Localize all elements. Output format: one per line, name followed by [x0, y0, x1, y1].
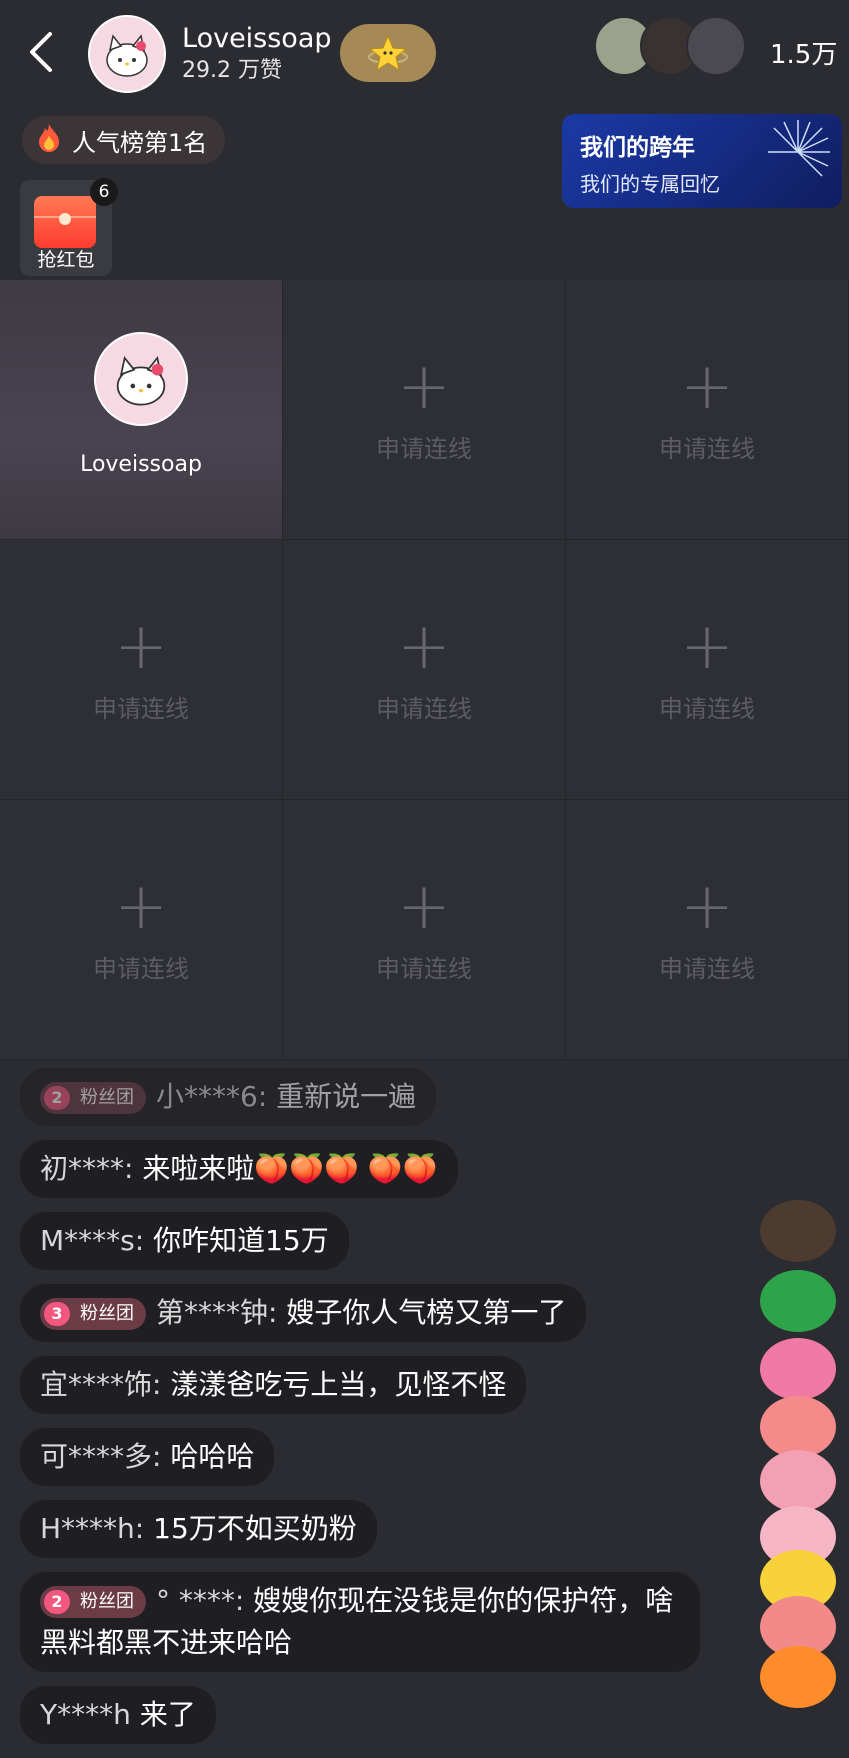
back-button[interactable] — [24, 28, 56, 76]
apply-seat[interactable]: + 申请连线 — [0, 800, 283, 1060]
host-likes: 29.2 万赞 — [182, 58, 282, 83]
apply-seat[interactable]: + 申请连线 — [566, 800, 849, 1060]
apply-seat-label: 申请连线 — [376, 435, 472, 463]
pink-character-sticker-icon — [760, 1450, 836, 1512]
red-packet-count: 6 — [90, 178, 118, 206]
chat-message[interactable]: 2 粉丝团 ° ****: 嫂嫂你现在没钱是你的保护符，啥黑料都黑不进来哈哈 — [20, 1572, 700, 1672]
chat-username[interactable]: M****s: — [40, 1224, 144, 1257]
plus-icon: + — [397, 350, 451, 424]
plus-icon: + — [397, 610, 451, 684]
popularity-rank-badge[interactable]: 人气榜第1名 — [22, 116, 226, 164]
apply-seat[interactable]: + 申请连线 — [283, 800, 566, 1060]
host-info[interactable]: Loveissoap 29.2 万赞 — [88, 14, 332, 94]
chat-text: 漾漾爸吃亏上当，见怪不怪 — [170, 1368, 507, 1401]
fan-club-label: 粉丝团 — [80, 1591, 134, 1612]
sticker-stack[interactable] — [752, 1200, 842, 1710]
plus-icon: + — [114, 870, 168, 944]
chat-username[interactable]: H****h: — [40, 1512, 144, 1545]
chat-message[interactable]: 可****多: 哈哈哈 — [20, 1428, 275, 1486]
chat-message[interactable]: H****h: 15万不如买奶粉 — [20, 1500, 377, 1558]
cohost-grid: Loveissoap + 申请连线 + 申请连线 + 申请连线 + 申请连线 + 申请连线… — [0, 280, 849, 1060]
star-planet-icon — [368, 34, 408, 72]
hello-kitty-avatar-icon — [116, 356, 166, 406]
chat-username[interactable]: 小****6: — [156, 1080, 267, 1113]
chat-message[interactable]: 初****: 来啦来啦🍑🍑🍑 🍑🍑 — [20, 1140, 458, 1198]
red-packet-label: 抢红包 — [37, 249, 95, 271]
chat-username[interactable]: Y****h — [40, 1698, 131, 1731]
fan-club-badge[interactable]: 3 粉丝团 — [40, 1298, 146, 1330]
chat-message[interactable]: Y****h 来了 — [20, 1686, 216, 1744]
chat-username[interactable]: 可****多: — [40, 1440, 161, 1473]
host-name: Loveissoap — [182, 23, 332, 54]
apply-seat[interactable]: + 申请连线 — [0, 540, 283, 800]
sunflower-sticker-icon — [760, 1200, 836, 1262]
apply-seat-label: 申请连线 — [659, 955, 755, 983]
chat-text: 你咋知道15万 — [153, 1224, 329, 1257]
plus-icon: + — [114, 610, 168, 684]
apply-seat-label: 申请连线 — [376, 955, 472, 983]
chat-text: 来啦来啦🍑🍑🍑 🍑🍑 — [142, 1152, 438, 1185]
viewer-avatars[interactable] — [594, 16, 746, 76]
chat-text: 哈哈哈 — [170, 1440, 255, 1473]
chat-username[interactable]: 第****钟: — [156, 1296, 277, 1329]
viewer-count[interactable]: 1.5万 — [770, 34, 837, 71]
apply-seat-label: 申请连线 — [659, 435, 755, 463]
viewer-avatar[interactable] — [686, 16, 746, 76]
fan-club-badge[interactable]: 2 粉丝团 — [40, 1586, 146, 1618]
chat-text: 嫂子你人气榜又第一了 — [286, 1296, 567, 1329]
apply-seat-label: 申请连线 — [659, 695, 755, 723]
host-seat[interactable]: Loveissoap — [0, 280, 283, 540]
apply-seat-label: 申请连线 — [93, 695, 189, 723]
apply-seat[interactable]: + 申请连线 — [283, 280, 566, 540]
plus-icon: + — [680, 870, 734, 944]
apply-seat[interactable]: + 申请连线 — [566, 280, 849, 540]
apply-seat-label: 申请连线 — [93, 955, 189, 983]
hello-kitty-avatar-icon — [106, 34, 148, 77]
banner-title: 我们的跨年 — [580, 135, 695, 161]
fan-club-label: 粉丝团 — [80, 1087, 134, 1108]
firework-icon — [768, 120, 830, 177]
chat-message[interactable]: M****s: 你咋知道15万 — [20, 1212, 349, 1270]
new-year-banner[interactable]: 我们的跨年 我们的专属回忆 — [562, 114, 842, 208]
host-seat-avatar — [94, 332, 188, 426]
apply-seat-label: 申请连线 — [376, 695, 472, 723]
red-packet-button[interactable]: 6 抢红包 — [20, 178, 118, 276]
follow-button[interactable] — [340, 24, 436, 82]
red-packet-icon — [34, 196, 96, 248]
green-snake-sticker-icon — [760, 1270, 836, 1332]
apply-seat[interactable]: + 申请连线 — [566, 540, 849, 800]
rank-label: 人气榜第1名 — [72, 128, 208, 157]
pink-character-sticker-icon — [760, 1396, 836, 1458]
fire-icon — [36, 122, 62, 158]
chat-text: 15万不如买奶粉 — [153, 1512, 357, 1545]
plus-icon: + — [680, 350, 734, 424]
chat-message[interactable]: 2 粉丝团 小****6: 重新说一遍 — [20, 1068, 437, 1126]
chat-message[interactable]: 3 粉丝团 第****钟: 嫂子你人气榜又第一了 — [20, 1284, 587, 1342]
fan-level-heart-icon: 2 — [44, 1086, 70, 1110]
fan-club-badge[interactable]: 2 粉丝团 — [40, 1082, 146, 1114]
host-avatar[interactable] — [88, 15, 166, 93]
pink-heart-sticker-icon — [760, 1338, 836, 1400]
chat-username[interactable]: ° ****: — [156, 1584, 244, 1617]
fan-club-label: 粉丝团 — [80, 1303, 134, 1324]
apply-seat[interactable]: + 申请连线 — [283, 540, 566, 800]
banner-subtitle: 我们的专属回忆 — [580, 172, 720, 196]
chat-feed[interactable]: 2 粉丝团 小****6: 重新说一遍初****: 来啦来啦🍑🍑🍑 🍑🍑 M****s… — [20, 1068, 720, 1758]
chat-text: 来了 — [139, 1698, 196, 1731]
fan-level-heart-icon: 3 — [44, 1302, 70, 1326]
chat-username[interactable]: 初****: — [40, 1152, 133, 1185]
host-seat-name: Loveissoap — [80, 452, 202, 477]
plus-icon: + — [680, 610, 734, 684]
fan-level-heart-icon: 2 — [44, 1590, 70, 1614]
chevron-left-icon — [30, 32, 52, 72]
orange-sun-sticker-icon — [760, 1646, 836, 1708]
chat-message[interactable]: 宜****饰: 漾漾爸吃亏上当，见怪不怪 — [20, 1356, 527, 1414]
plus-icon: + — [397, 870, 451, 944]
chat-username[interactable]: 宜****饰: — [40, 1368, 161, 1401]
chat-text: 重新说一遍 — [276, 1080, 417, 1113]
